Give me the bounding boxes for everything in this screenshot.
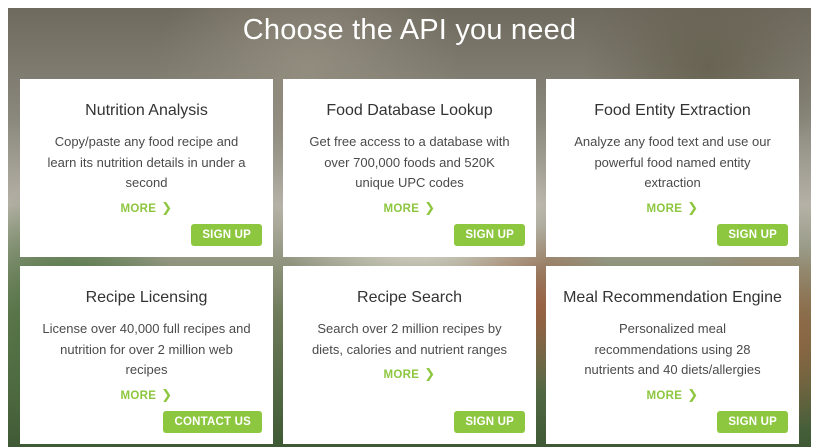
contact-us-button[interactable]: CONTACT US	[163, 411, 262, 433]
more-link[interactable]: MORE ❯	[20, 200, 273, 217]
more-label: MORE	[383, 369, 420, 381]
more-label: MORE	[646, 203, 683, 215]
card-title: Recipe Search	[357, 289, 462, 306]
card-food-entity-extraction: Food Entity Extraction Analyze any food …	[546, 79, 799, 257]
card-nutrition-analysis: Nutrition Analysis Copy/paste any food r…	[20, 79, 273, 257]
card-description: Copy/paste any food recipe and learn its…	[47, 134, 246, 190]
page-edge	[811, 0, 817, 447]
hero-section: Choose the API you need Nutrition Analys…	[8, 8, 811, 447]
card-recipe-search: Recipe Search Search over 2 million reci…	[283, 266, 536, 444]
card-description: Analyze any food text and use our powerf…	[574, 134, 771, 190]
chevron-right-icon: ❯	[687, 387, 699, 402]
sign-up-button[interactable]: SIGN UP	[191, 224, 262, 246]
sign-up-button[interactable]: SIGN UP	[717, 411, 788, 433]
more-link[interactable]: MORE ❯	[20, 387, 273, 404]
more-label: MORE	[120, 390, 157, 402]
chevron-right-icon: ❯	[161, 200, 173, 215]
more-link[interactable]: MORE ❯	[283, 366, 536, 383]
card-title: Food Entity Extraction	[594, 102, 751, 119]
card-recipe-licensing: Recipe Licensing License over 40,000 ful…	[20, 266, 273, 444]
more-link[interactable]: MORE ❯	[546, 200, 799, 217]
card-description: Get free access to a database with over …	[309, 134, 510, 190]
chevron-right-icon: ❯	[424, 366, 436, 381]
chevron-right-icon: ❯	[687, 200, 699, 215]
card-description: Personalized meal recommendations using …	[584, 321, 761, 377]
card-description: Search over 2 million recipes by diets, …	[311, 321, 508, 357]
sign-up-button[interactable]: SIGN UP	[454, 411, 525, 433]
more-label: MORE	[120, 203, 157, 215]
hero-title: Choose the API you need	[242, 14, 577, 46]
chevron-right-icon: ❯	[161, 387, 173, 402]
card-title: Recipe Licensing	[85, 289, 208, 306]
more-link[interactable]: MORE ❯	[546, 387, 799, 404]
card-description: License over 40,000 full recipes and nut…	[42, 321, 251, 377]
chevron-right-icon: ❯	[424, 200, 436, 215]
card-food-database-lookup: Food Database Lookup Get free access to …	[283, 79, 536, 257]
page: Choose the API you need Nutrition Analys…	[0, 0, 817, 447]
more-label: MORE	[383, 203, 420, 215]
more-link[interactable]: MORE ❯	[283, 200, 536, 217]
card-meal-recommendation-engine: Meal Recommendation Engine Personalized …	[546, 266, 799, 444]
sign-up-button[interactable]: SIGN UP	[454, 224, 525, 246]
card-title: Food Database Lookup	[326, 102, 493, 119]
card-title: Meal Recommendation Engine	[563, 289, 782, 306]
more-label: MORE	[646, 390, 683, 402]
card-title: Nutrition Analysis	[85, 102, 208, 119]
sign-up-button[interactable]: SIGN UP	[717, 224, 788, 246]
